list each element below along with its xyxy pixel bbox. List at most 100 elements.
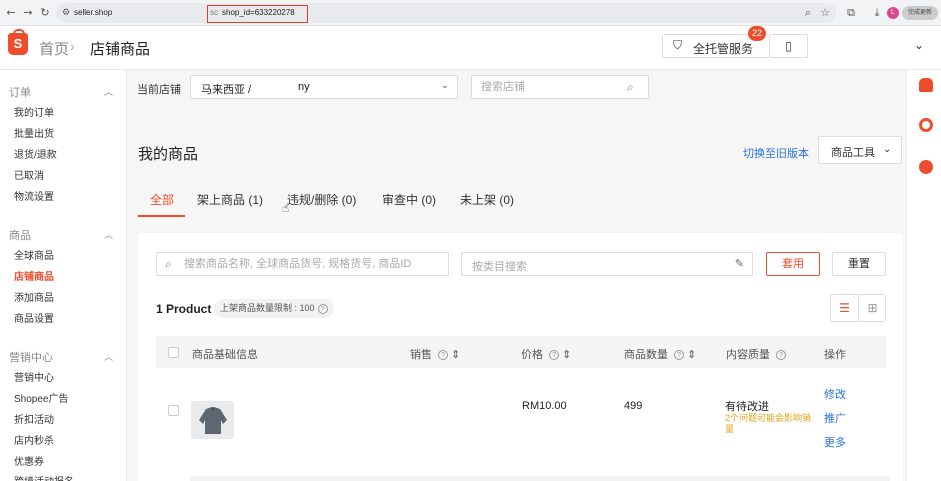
help-icon[interactable]: ? bbox=[438, 350, 449, 361]
book-icon[interactable]: ▯ bbox=[770, 34, 808, 58]
view-toggle: ☰ ⊞ bbox=[830, 294, 886, 322]
finish-update-button[interactable]: 完成更新 bbox=[902, 6, 938, 20]
chevron-up-icon[interactable]: ︿ bbox=[104, 85, 113, 98]
help-icon[interactable]: ? bbox=[674, 350, 685, 361]
sidebar-item-logistics[interactable]: 物流设置 bbox=[14, 188, 54, 203]
listing-limit-text: 上架商品数量限制 : 100 bbox=[220, 303, 315, 313]
forward-icon[interactable]: → bbox=[20, 5, 36, 21]
sidebar-item-shop-products[interactable]: 店铺商品 bbox=[14, 268, 54, 283]
help-icon[interactable]: ? bbox=[549, 350, 560, 361]
column-header-quality-label: 内容质量 bbox=[726, 349, 770, 361]
url-host: seller.shop bbox=[74, 8, 113, 17]
sidebar-item-product-settings[interactable]: 商品设置 bbox=[14, 310, 54, 325]
highlight-box bbox=[207, 5, 308, 23]
chevron-right-icon: › bbox=[70, 38, 75, 54]
sidebar-item-marketing-center[interactable]: 营销中心 bbox=[14, 369, 54, 384]
content-quality-note[interactable]: 2个问题可能会影响销量 bbox=[725, 413, 815, 435]
product-price: RM10.00 bbox=[522, 400, 567, 412]
sidebar-item-returns[interactable]: 退货/退款 bbox=[14, 146, 57, 161]
managed-service-label: 全托管服务 bbox=[693, 42, 754, 56]
shopee-logo-icon[interactable]: S bbox=[8, 29, 28, 55]
right-rail bbox=[906, 70, 941, 481]
column-header-quality: 内容质量 ? bbox=[726, 346, 787, 362]
sort-icon[interactable]: ⇕ bbox=[687, 349, 696, 361]
column-header-price-label: 价格 bbox=[521, 349, 543, 361]
page-breadcrumb-current: 店铺商品 bbox=[90, 41, 151, 58]
notification-badge: 22 bbox=[748, 26, 766, 41]
current-shop-label: 当前店铺 bbox=[137, 84, 181, 96]
product-thumbnail[interactable] bbox=[191, 401, 234, 439]
shop-select-region: 马来西亚 / bbox=[201, 84, 252, 96]
category-search-field[interactable]: 按类目搜索 ✎ bbox=[461, 252, 753, 276]
edit-link[interactable]: 修改 bbox=[824, 386, 846, 402]
product-tools-label: 商品工具 bbox=[831, 147, 875, 159]
promote-link[interactable]: 推广 bbox=[824, 410, 846, 426]
column-header-stock[interactable]: 商品数量 ? ⇕ bbox=[624, 346, 696, 362]
bell-icon[interactable] bbox=[919, 78, 933, 92]
column-header-sales[interactable]: 销售 ? ⇕ bbox=[410, 346, 460, 362]
sidebar-group-products[interactable]: 商品 bbox=[9, 227, 31, 243]
tab-reviewing[interactable]: 审查中 (0) bbox=[382, 191, 436, 208]
active-tab-indicator bbox=[138, 215, 185, 217]
category-search-placeholder: 按类目搜索 bbox=[472, 261, 527, 273]
select-all-checkbox[interactable] bbox=[168, 347, 179, 358]
sidebar-item-vouchers[interactable]: 优惠券 bbox=[14, 453, 44, 468]
sidebar-item-cancelled[interactable]: 已取消 bbox=[14, 167, 44, 182]
column-header-sales-label: 销售 bbox=[410, 349, 432, 361]
sidebar: 订单 ︿ 我的订单 批量出货 退货/退款 已取消 物流设置 商品 ︿ 全球商品 … bbox=[0, 70, 127, 481]
product-tools-button[interactable]: 商品工具 ⌄ bbox=[818, 136, 902, 164]
sidebar-item-discounts[interactable]: 折扣活动 bbox=[14, 411, 54, 426]
shop-select[interactable]: 马来西亚 / ny ⌄ bbox=[190, 75, 458, 99]
site-info-icon[interactable]: ⚙ bbox=[58, 5, 74, 21]
page-title: 我的商品 bbox=[138, 146, 199, 163]
row-checkbox[interactable] bbox=[168, 405, 179, 416]
avatar[interactable]: L bbox=[887, 7, 899, 19]
sidebar-item-shopee-ads[interactable]: Shopee广告 bbox=[14, 390, 68, 405]
shop-search-input[interactable] bbox=[471, 75, 649, 99]
tab-violation[interactable]: 违规/删除 (0) bbox=[287, 191, 356, 208]
extensions-icon[interactable]: ⧉ bbox=[843, 5, 859, 21]
sidebar-item-global-products[interactable]: 全球商品 bbox=[14, 247, 54, 262]
sidebar-item-flash-sale[interactable]: 店内秒杀 bbox=[14, 432, 54, 447]
download-icon[interactable]: ⤓ bbox=[869, 5, 885, 21]
more-link[interactable]: 更多 bbox=[824, 434, 846, 450]
help-icon[interactable]: ? bbox=[776, 350, 787, 361]
tab-all[interactable]: 全部 bbox=[150, 191, 174, 208]
address-bar[interactable] bbox=[56, 3, 836, 23]
reset-button[interactable]: 重置 bbox=[832, 252, 886, 276]
pencil-icon[interactable]: ✎ bbox=[735, 257, 744, 270]
product-count: 1 Product bbox=[156, 302, 212, 316]
browser-toolbar: ← → ↻ ⚙ seller.shop sc shop_id=633220278… bbox=[0, 0, 941, 26]
sort-icon[interactable]: ⇕ bbox=[451, 349, 460, 361]
chevron-down-icon[interactable]: ⌄ bbox=[914, 38, 924, 52]
sidebar-item-add-product[interactable]: 添加商品 bbox=[14, 289, 54, 304]
chevron-up-icon[interactable]: ︿ bbox=[104, 350, 113, 363]
sidebar-item-campaigns[interactable]: 跨境活动报名 bbox=[14, 473, 74, 481]
zoom-icon[interactable]: ⌕ bbox=[800, 5, 816, 21]
sidebar-group-marketing[interactable]: 营销中心 bbox=[9, 349, 53, 365]
support-icon[interactable] bbox=[919, 118, 933, 132]
tab-unlisted[interactable]: 未上架 (0) bbox=[460, 191, 514, 208]
sidebar-item-bulk-ship[interactable]: 批量出货 bbox=[14, 125, 54, 140]
content-quality-status: 有待改进 bbox=[725, 401, 769, 413]
list-view-icon[interactable]: ☰ bbox=[831, 295, 859, 321]
sort-icon[interactable]: ⇕ bbox=[562, 349, 571, 361]
tab-live[interactable]: 架上商品 (1) bbox=[197, 191, 263, 208]
breadcrumb-home[interactable]: 首页 bbox=[39, 38, 69, 59]
column-header-price[interactable]: 价格 ? ⇕ bbox=[521, 346, 571, 362]
chat-icon[interactable] bbox=[919, 160, 933, 174]
chevron-down-icon: ⌄ bbox=[440, 80, 449, 91]
help-icon[interactable]: ? bbox=[317, 303, 328, 314]
sidebar-item-my-orders[interactable]: 我的订单 bbox=[14, 104, 54, 119]
column-header-actions: 操作 bbox=[824, 349, 846, 361]
column-header-stock-label: 商品数量 bbox=[624, 349, 668, 361]
product-search-input[interactable] bbox=[156, 252, 449, 276]
apply-button[interactable]: 套用 bbox=[766, 252, 820, 276]
switch-old-version-link[interactable]: 切换至旧版本 bbox=[743, 145, 809, 161]
grid-view-icon[interactable]: ⊞ bbox=[859, 295, 886, 321]
sidebar-group-orders[interactable]: 订单 bbox=[9, 84, 31, 100]
chevron-up-icon[interactable]: ︿ bbox=[104, 228, 113, 241]
star-icon[interactable]: ☆ bbox=[817, 5, 833, 21]
back-icon[interactable]: ← bbox=[3, 5, 19, 21]
reload-icon[interactable]: ↻ bbox=[37, 5, 53, 21]
